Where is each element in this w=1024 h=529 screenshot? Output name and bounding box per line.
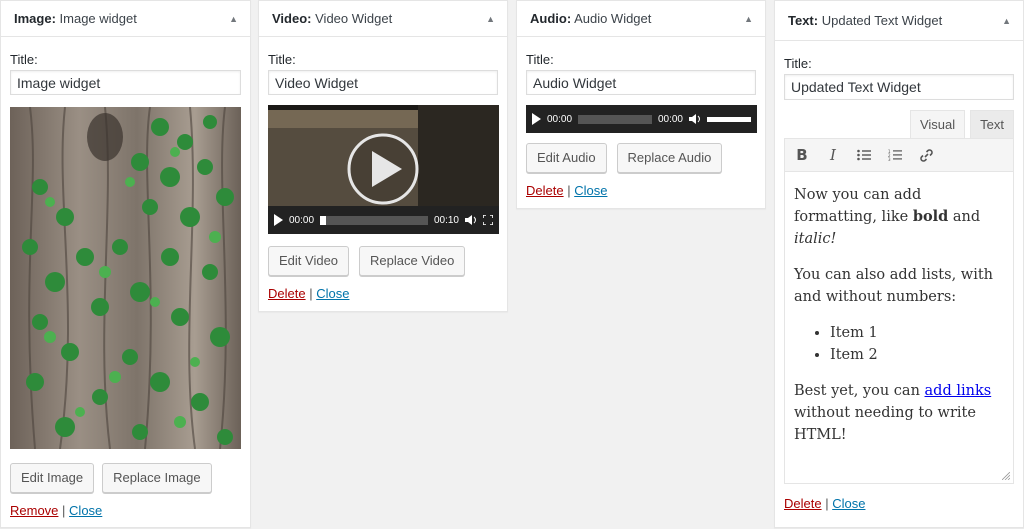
bulleted-list-icon[interactable]	[855, 146, 873, 164]
edit-video-button[interactable]: Edit Video	[268, 246, 350, 276]
list-item: Item 1	[830, 322, 1004, 344]
ivy-bark-image	[10, 107, 241, 449]
audio-player[interactable]: 00:00 00:00	[526, 105, 757, 133]
current-time: 00:00	[289, 214, 315, 226]
collapse-arrow-icon[interactable]: ▲	[229, 14, 238, 24]
delete-link[interactable]: Delete	[526, 183, 564, 198]
close-link[interactable]: Close	[316, 286, 349, 301]
video-controls: 00:00 00:10	[268, 206, 499, 234]
current-time: 00:00	[547, 113, 573, 125]
image-widget-header[interactable]: Image: Image widget ▲	[1, 1, 250, 37]
italic-icon[interactable]: I	[824, 146, 842, 164]
list-item: Item 2	[830, 344, 1004, 366]
bold-icon[interactable]: B	[793, 146, 811, 164]
replace-video-button[interactable]: Replace Video	[359, 246, 466, 276]
fullscreen-icon[interactable]	[483, 215, 493, 225]
separator: |	[62, 503, 70, 518]
close-link[interactable]: Close	[69, 503, 102, 518]
edit-image-button[interactable]: Edit Image	[10, 463, 95, 493]
editor-paragraph: You can also add lists, with and without…	[794, 267, 993, 305]
widget-type: Text:	[788, 13, 819, 28]
duration: 00:10	[433, 214, 459, 226]
close-link[interactable]: Close	[832, 496, 865, 511]
widget-type: Image:	[14, 11, 56, 26]
progress-rail[interactable]	[578, 114, 652, 124]
widget-title-text: Image widget	[59, 11, 137, 26]
edit-audio-button[interactable]: Edit Audio	[526, 143, 607, 173]
title-label: Title:	[10, 52, 38, 67]
widget-type: Video:	[272, 11, 312, 26]
editor-content[interactable]: Now you can add formatting, like bold an…	[784, 172, 1014, 484]
collapse-arrow-icon[interactable]: ▲	[744, 14, 753, 24]
volume-slider[interactable]	[707, 116, 751, 122]
title-label: Title:	[268, 52, 296, 67]
title-label: Title:	[526, 52, 554, 67]
image-widget-title: Image: Image widget	[14, 11, 137, 26]
link-icon[interactable]	[917, 146, 935, 164]
close-link[interactable]: Close	[574, 183, 607, 198]
video-widget-title: Video: Video Widget	[272, 11, 392, 26]
title-input[interactable]	[784, 74, 1014, 100]
video-thumbnail	[268, 105, 499, 206]
italic-text: italic!	[794, 231, 837, 247]
editor-list: Item 1 Item 2	[794, 322, 1004, 366]
widget-title-text: Audio Widget	[574, 11, 652, 26]
widget-type: Audio:	[530, 11, 572, 26]
title-input[interactable]	[268, 70, 498, 95]
volume-icon[interactable]	[689, 114, 701, 124]
audio-widget-header[interactable]: Audio: Audio Widget ▲	[517, 1, 765, 37]
image-preview[interactable]	[10, 107, 241, 449]
delete-link[interactable]: Delete	[784, 496, 822, 511]
collapse-arrow-icon[interactable]: ▲	[1002, 16, 1011, 26]
replace-image-button[interactable]: Replace Image	[102, 463, 212, 493]
title-input[interactable]	[10, 70, 241, 95]
volume-icon[interactable]	[465, 215, 477, 225]
widget-title-text: Video Widget	[315, 11, 393, 26]
video-widget: Video: Video Widget ▲ Title: 00:00 00:10	[258, 0, 508, 312]
tab-text[interactable]: Text	[970, 110, 1014, 138]
video-player[interactable]: 00:00 00:10	[268, 105, 499, 234]
text-widget-header[interactable]: Text: Updated Text Widget ▲	[775, 1, 1023, 41]
editor-toolbar: B I 123	[784, 138, 1014, 172]
text-widget-title: Text: Updated Text Widget	[788, 13, 942, 28]
tab-visual[interactable]: Visual	[909, 110, 966, 138]
delete-link[interactable]: Delete	[268, 286, 306, 301]
content-link[interactable]: add links	[925, 383, 992, 399]
remove-link[interactable]: Remove	[10, 503, 58, 518]
play-icon[interactable]	[274, 214, 283, 226]
title-input[interactable]	[526, 70, 756, 95]
bold-text: bold	[912, 208, 949, 225]
collapse-arrow-icon[interactable]: ▲	[486, 14, 495, 24]
duration: 00:00	[657, 113, 683, 125]
title-label: Title:	[784, 56, 812, 71]
audio-widget: Audio: Audio Widget ▲ Title: 00:00 00:00…	[516, 0, 766, 209]
widget-title-text: Updated Text Widget	[821, 13, 943, 28]
video-widget-header[interactable]: Video: Video Widget ▲	[259, 1, 507, 37]
resize-handle-icon[interactable]	[1002, 472, 1010, 480]
svg-text:3: 3	[888, 157, 891, 161]
progress-rail[interactable]	[320, 215, 428, 225]
progress-handle[interactable]	[320, 215, 327, 225]
editor-paragraph: Best yet, you can add links without need…	[794, 383, 992, 443]
editor-paragraph: Now you can add formatting, like bold an…	[794, 187, 981, 247]
audio-widget-title: Audio: Audio Widget	[530, 11, 651, 26]
play-icon[interactable]	[532, 113, 541, 125]
image-widget: Image: Image widget ▲ Title: Image widge…	[0, 0, 251, 528]
text-widget: Text: Updated Text Widget ▲ Title: Visua…	[774, 0, 1024, 528]
numbered-list-icon[interactable]: 123	[886, 146, 904, 164]
editor-tabs: Visual Text	[784, 110, 1014, 138]
replace-audio-button[interactable]: Replace Audio	[616, 143, 723, 173]
